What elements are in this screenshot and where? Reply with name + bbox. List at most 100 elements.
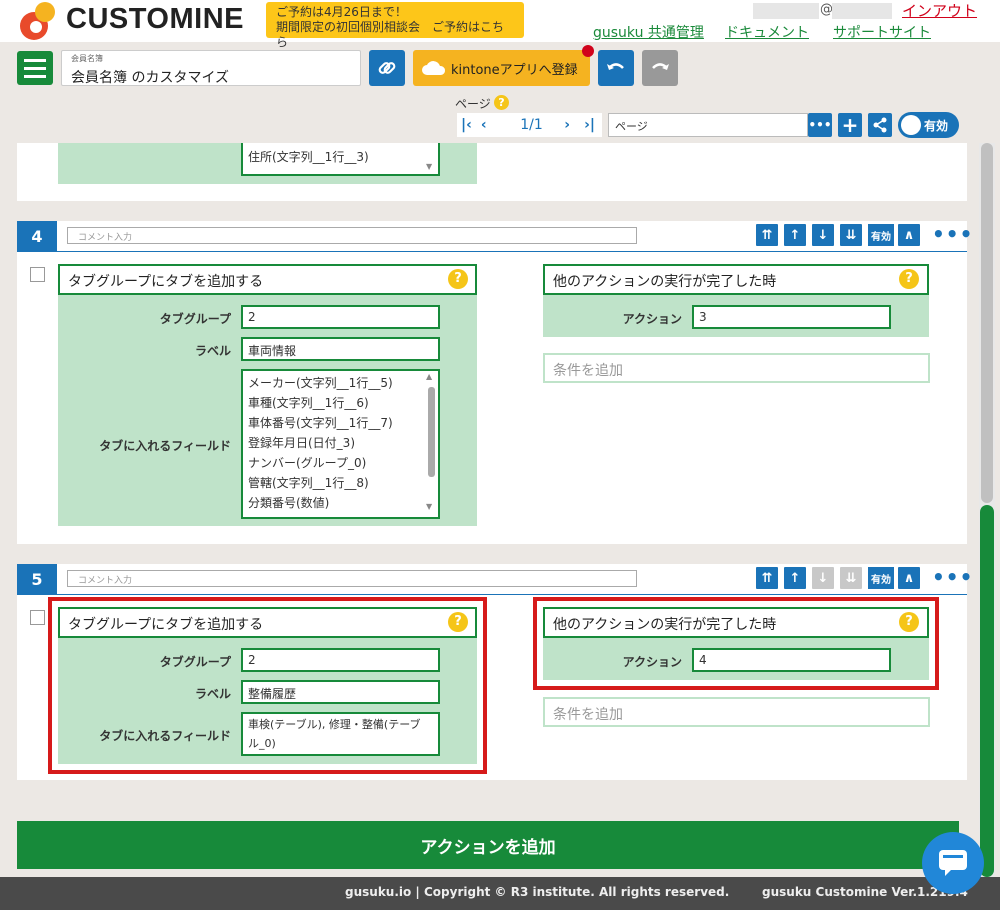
chat-button[interactable] — [922, 832, 984, 894]
label-label: ラベル — [194, 344, 231, 358]
highlight-condition-box — [533, 597, 939, 690]
list-item[interactable]: 管轄(文字列__1行__8) — [243, 473, 438, 493]
step4-move-up-button[interactable]: ↑ — [784, 224, 806, 246]
step4-move-down-button[interactable]: ↓ — [812, 224, 834, 246]
user-domain-redacted — [832, 3, 892, 19]
undo-button[interactable] — [598, 50, 634, 86]
page-help-icon[interactable]: ? — [494, 95, 509, 110]
app-name: 会員名簿 のカスタマイズ — [71, 70, 230, 86]
step5-move-bottom-button[interactable]: ⇊ — [840, 567, 862, 589]
more-dots-icon: ••• — [808, 118, 832, 132]
step4-condition-help-icon[interactable]: ? — [899, 269, 919, 289]
step4-action-help-icon[interactable]: ? — [448, 269, 468, 289]
prev-page-icon[interactable]: ‹ — [481, 117, 499, 133]
user-name-redacted — [753, 3, 819, 19]
list-item[interactable]: 車種(文字列__1行__6) — [243, 393, 438, 413]
step4-number: 4 — [17, 221, 57, 252]
app-small-label: 会員名簿 — [71, 54, 103, 63]
logout-link[interactable]: インアウト — [902, 0, 977, 21]
step5-add-condition[interactable]: 条件を追加 — [543, 697, 930, 727]
page-name-input[interactable]: ページ — [608, 113, 808, 137]
list-item[interactable]: 車体番号(文字列__1行__7) — [243, 413, 438, 433]
step5-number: 5 — [17, 564, 57, 595]
footer-copyright: gusuku.io | Copyright © R3 institute. Al… — [345, 885, 730, 899]
step5-move-down-button[interactable]: ↓ — [812, 567, 834, 589]
scroll-down-arrow-icon[interactable]: ▼ — [426, 162, 432, 171]
share-button[interactable] — [868, 113, 892, 137]
promo-line1: ご予約は4月26日まで！ — [276, 5, 407, 19]
step4-action-title: タブグループにタブを追加する — [58, 264, 477, 295]
page-more-button[interactable]: ••• — [808, 113, 832, 137]
share-icon — [873, 117, 887, 133]
step4-comment-input[interactable]: コメント入力 — [67, 227, 637, 244]
app-selector[interactable]: 会員名簿 会員名簿 のカスタマイズ — [61, 50, 361, 86]
link-documents[interactable]: ドキュメント — [725, 22, 809, 42]
step4-move-bottom-button[interactable]: ⇊ — [840, 224, 862, 246]
highlight-action-box — [48, 597, 487, 774]
tab-group-input[interactable]: 2 — [241, 305, 440, 329]
list-item[interactable]: ナンバー(グループ_0) — [243, 453, 438, 473]
step5-collapse-button[interactable]: ∧ — [898, 567, 920, 589]
notification-dot — [582, 45, 594, 57]
promo-line2: 期間限定の初回個別相談会 ご予約はこちら — [276, 20, 505, 49]
step4-enabled-button[interactable]: 有効 — [868, 224, 894, 246]
step4-more-icon[interactable]: ••• — [932, 222, 973, 246]
step4-collapse-button[interactable]: ∧ — [898, 224, 920, 246]
link-icon — [378, 62, 396, 74]
list-item[interactable]: メーカー(文字列__1行__5) — [243, 373, 438, 393]
page-scrollbar-thumb[interactable] — [980, 505, 994, 877]
fields-label: タブに入れるフィールド — [99, 439, 231, 453]
step4-add-condition[interactable]: 条件を追加 — [543, 353, 930, 383]
step5-more-icon[interactable]: ••• — [932, 565, 973, 589]
list-item[interactable]: 分類番号(数値) — [243, 493, 438, 513]
list-scrollbar[interactable] — [428, 387, 435, 477]
redo-button[interactable] — [642, 50, 678, 86]
customine-logo-icon — [20, 2, 55, 40]
scroll-down-arrow-icon[interactable]: ▼ — [426, 502, 432, 511]
enabled-toggle[interactable]: 有効 — [898, 112, 959, 138]
next-page-icon[interactable]: › — [564, 117, 584, 133]
step4-move-top-button[interactable]: ⇈ — [756, 224, 778, 246]
page-scrollbar-upper — [981, 143, 993, 503]
list-item[interactable]: 登録年月日(日付_3) — [243, 433, 438, 453]
register-to-kintone-button[interactable]: kintoneアプリへ登録 — [413, 50, 590, 86]
toggle-label: 有効 — [924, 119, 949, 133]
add-action-button[interactable]: アクションを追加 — [17, 821, 959, 869]
step5-checkbox[interactable] — [30, 610, 45, 625]
step4-checkbox[interactable] — [30, 267, 45, 282]
link-button[interactable] — [369, 50, 405, 86]
step5-comment-input[interactable]: コメント入力 — [67, 570, 637, 587]
page-number: 1/1 — [520, 117, 543, 133]
step5-move-top-button[interactable]: ⇈ — [756, 567, 778, 589]
tab-group-label: タブグループ — [159, 312, 231, 326]
chat-icon — [939, 850, 967, 876]
step4-divider — [17, 251, 967, 252]
hamburger-menu-button[interactable] — [17, 51, 53, 85]
last-page-icon[interactable]: ›| — [584, 117, 602, 133]
plus-icon: + — [841, 113, 859, 137]
list-item[interactable]: 住所(文字列__1行__3) — [243, 147, 438, 167]
redo-icon — [652, 63, 669, 70]
step5-enabled-button[interactable]: 有効 — [868, 567, 894, 589]
condition-action-input[interactable]: 3 — [692, 305, 891, 329]
promo-banner[interactable]: ご予約は4月26日まで！ 期間限定の初回個別相談会 ご予約はこちら — [266, 2, 524, 49]
condition-action-label: アクション — [622, 312, 682, 326]
footer: gusuku.io | Copyright © R3 institute. Al… — [0, 877, 1000, 910]
add-page-button[interactable]: + — [838, 113, 862, 137]
link-gusuku-admin[interactable]: gusuku 共通管理 — [593, 22, 704, 42]
step3-fields-list[interactable]: 住所(文字列__1行__3) — [241, 143, 440, 176]
pager: |‹ ‹ 1/1 › ›| — [457, 113, 602, 137]
step4-fields-list[interactable]: メーカー(文字列__1行__5) 車種(文字列__1行__6) 車体番号(文字列… — [241, 369, 440, 519]
step4-condition-title: 他のアクションの実行が完了した時 — [543, 264, 929, 295]
toggle-knob — [901, 115, 921, 135]
link-support[interactable]: サポートサイト — [833, 22, 931, 42]
page-label: ページ — [455, 97, 491, 111]
label-input[interactable]: 車両情報 — [241, 337, 440, 361]
first-page-icon[interactable]: |‹ — [461, 117, 481, 133]
step5-move-up-button[interactable]: ↑ — [784, 567, 806, 589]
cloud-icon — [422, 61, 446, 75]
step5-divider — [17, 594, 967, 595]
undo-icon — [607, 63, 624, 70]
scroll-up-arrow-icon[interactable]: ▲ — [426, 372, 432, 381]
kintone-button-label: kintoneアプリへ登録 — [451, 62, 578, 78]
